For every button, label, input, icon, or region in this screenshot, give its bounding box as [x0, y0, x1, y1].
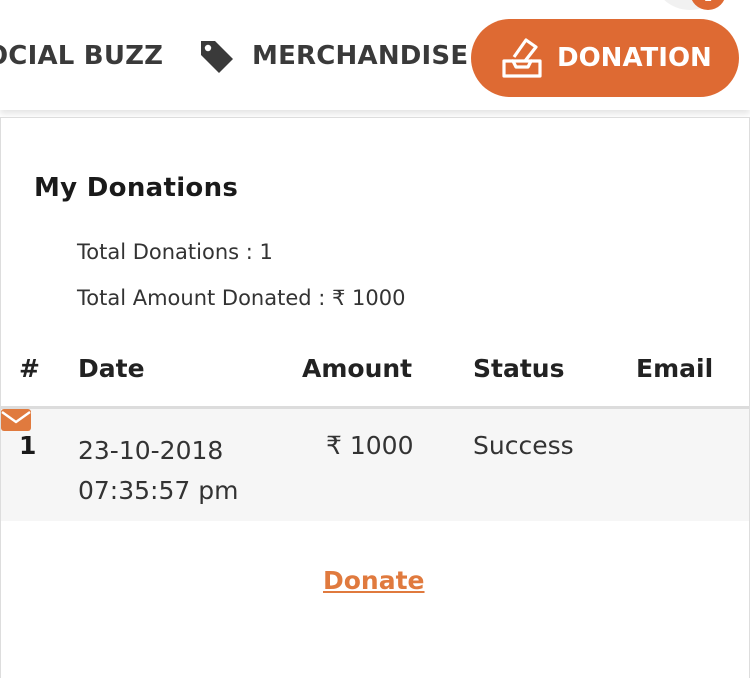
row-date: 23-10-2018 07:35:57 pm: [78, 431, 238, 511]
donations-panel: My Donations Total Donations : 1 Total A…: [0, 117, 750, 678]
nav-item-donation[interactable]: DONATION: [471, 19, 739, 97]
tag-icon: [201, 41, 233, 73]
table-header-status: Status: [473, 354, 565, 383]
nav-item-merchandise[interactable]: MERCHANDISE: [198, 38, 468, 74]
total-donations-text: Total Donations : 1: [77, 240, 273, 264]
table-row: 1 23-10-2018 07:35:57 pm ₹ 1000 Success: [1, 409, 749, 521]
row-status: Success: [473, 431, 574, 460]
donation-box-icon: [502, 38, 542, 78]
table-header-number: #: [19, 354, 40, 383]
table-header-date: Date: [78, 354, 145, 383]
donate-link[interactable]: Donate: [323, 566, 425, 595]
row-date-time: 07:35:57 pm: [78, 476, 239, 505]
envelope-icon[interactable]: [1, 409, 31, 431]
nav-item-label: MERCHANDISE: [252, 41, 469, 71]
nav-item-label: OCIAL BUZZ: [0, 41, 164, 71]
page-title: My Donations: [34, 173, 239, 203]
table-header-email: Email: [636, 354, 714, 383]
row-number: 1: [19, 431, 37, 460]
total-amount-text: Total Amount Donated : ₹ 1000: [77, 286, 406, 310]
table-header-amount: Amount: [302, 354, 413, 383]
row-amount: ₹ 1000: [326, 431, 414, 460]
nav-item-label: DONATION: [557, 43, 712, 73]
nav-item-social-buzz[interactable]: OCIAL BUZZ: [0, 38, 163, 74]
top-navigation: 1 OCIAL BUZZ MERCHANDISE DONATION: [0, 0, 750, 110]
row-date-day: 23-10-2018: [78, 436, 224, 465]
